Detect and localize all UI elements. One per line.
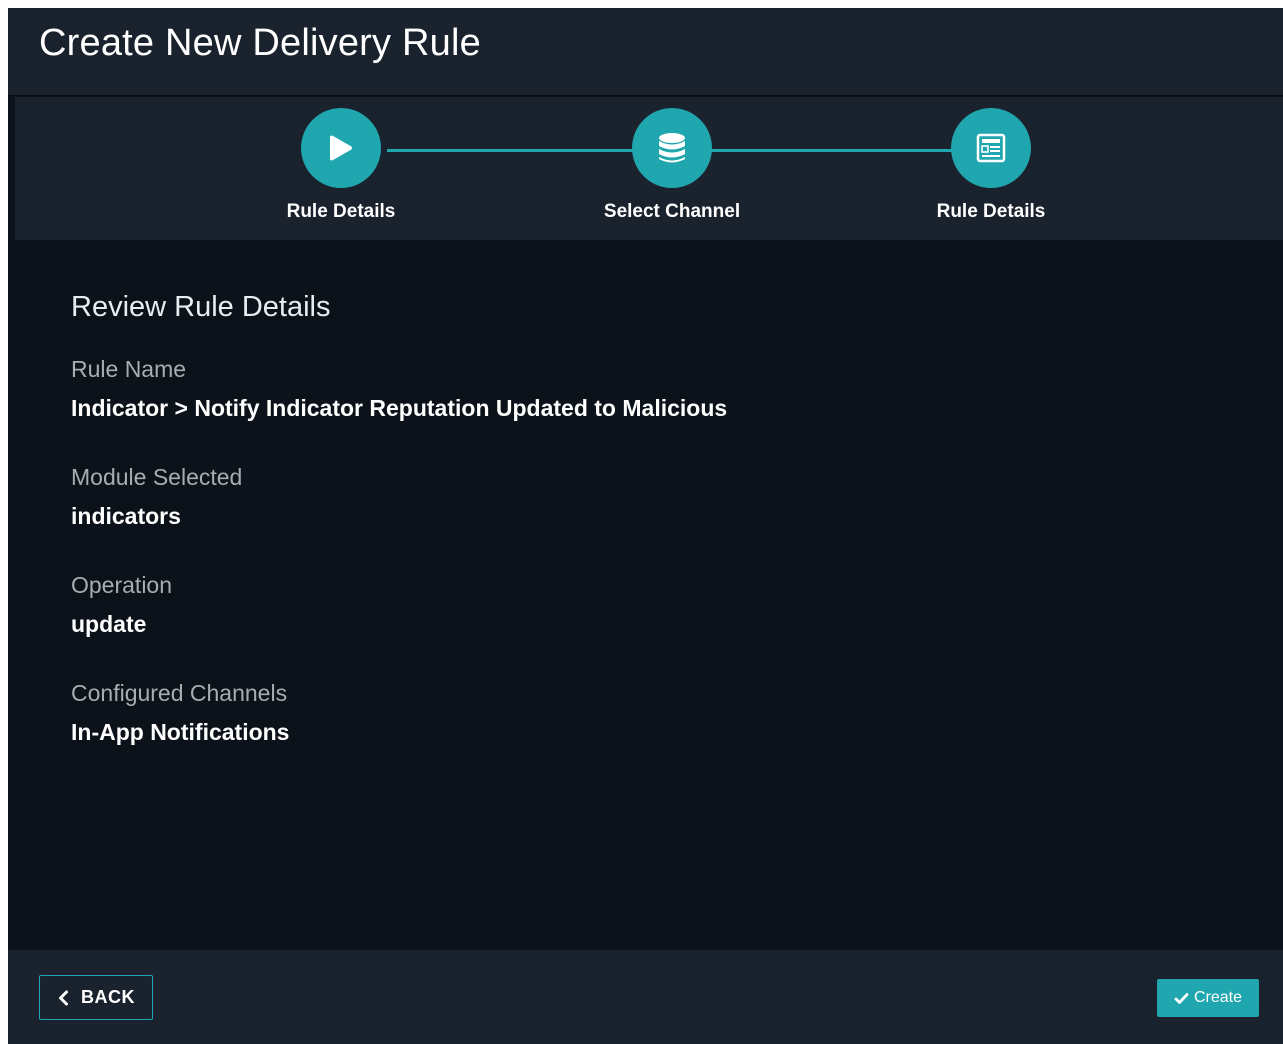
create-delivery-rule-dialog: Create New Delivery Rule Rule Details Se… (8, 8, 1283, 1044)
configured-channels-label: Configured Channels (71, 680, 288, 706)
document-icon (976, 133, 1006, 163)
database-icon (659, 133, 685, 163)
step-label: Select Channel (603, 201, 741, 222)
step-label: Rule Details (936, 201, 1046, 222)
back-button[interactable]: BACK (39, 975, 153, 1020)
module-selected-value: indicators (71, 503, 181, 529)
dialog-title: Create New Delivery Rule (39, 22, 481, 64)
dialog-footer: BACK Create (8, 950, 1283, 1044)
rule-name-value: Indicator > Notify Indicator Reputation … (71, 395, 728, 421)
create-button[interactable]: Create (1157, 979, 1259, 1017)
step-circle[interactable] (951, 108, 1031, 188)
operation-label: Operation (71, 572, 173, 598)
rule-name-label: Rule Name (71, 356, 187, 382)
play-icon (330, 135, 352, 161)
review-section: Review Rule Details Rule Name Indicator … (71, 291, 1221, 788)
step-circle[interactable] (301, 108, 381, 188)
wizard-stepper: Rule Details Select Channel Rule Details (15, 97, 1283, 240)
back-button-label: BACK (81, 987, 135, 1007)
step-circle[interactable] (632, 108, 712, 188)
operation-value: update (71, 611, 147, 637)
module-selected-label: Module Selected (71, 464, 243, 490)
step-label: Rule Details (286, 201, 396, 222)
check-icon (1174, 992, 1189, 1004)
create-button-label: Create (1193, 989, 1243, 1006)
chevron-left-icon (59, 990, 68, 1005)
dialog-header: Create New Delivery Rule (8, 8, 1283, 96)
top-strip (0, 0, 1283, 8)
review-title: Review Rule Details (71, 291, 331, 323)
configured-channels-value: In-App Notifications (71, 719, 290, 745)
